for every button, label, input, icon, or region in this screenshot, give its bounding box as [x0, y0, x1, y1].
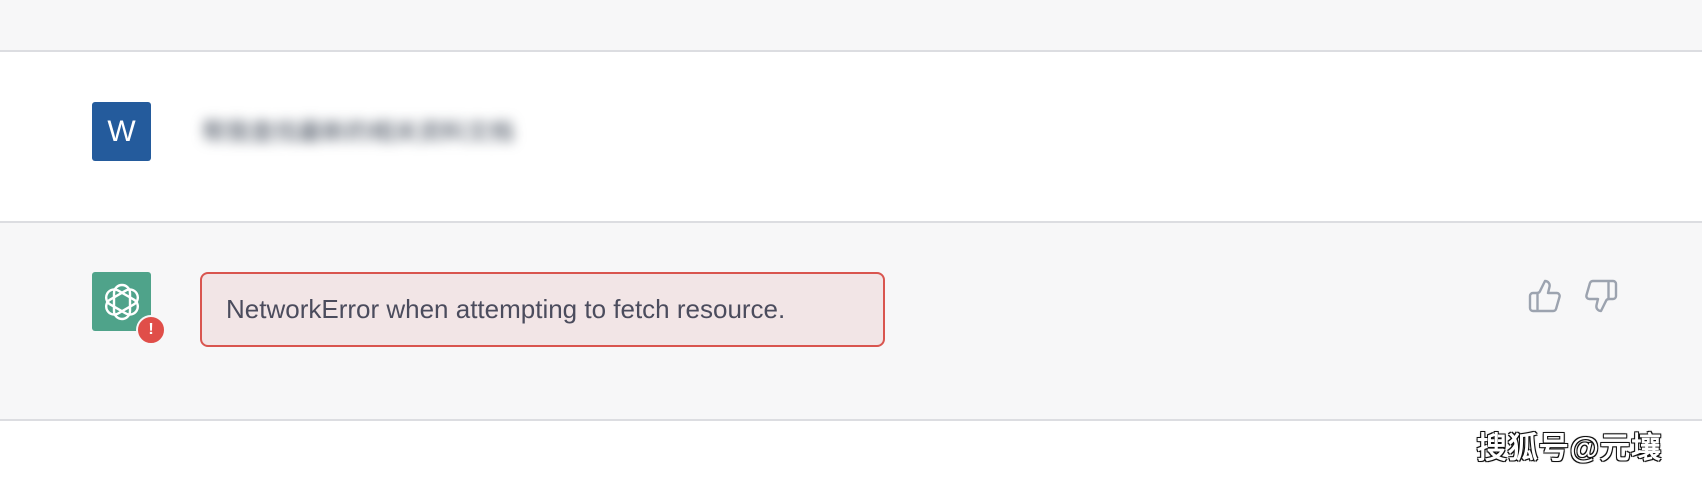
previous-conversation-area	[0, 0, 1702, 52]
thumbs-up-button[interactable]	[1527, 278, 1563, 314]
thumbs-down-icon	[1585, 279, 1618, 313]
thumbs-down-button[interactable]	[1583, 278, 1619, 314]
assistant-message-row: ! NetworkError when attempting to fetch …	[0, 223, 1702, 421]
openai-logo-icon	[104, 283, 139, 320]
user-message-row: W 帮我查找最新的相关资料文档	[0, 52, 1702, 223]
user-message-text: 帮我查找最新的相关资料文档	[202, 118, 514, 146]
thumbs-up-icon	[1528, 279, 1561, 313]
user-avatar: W	[92, 102, 151, 161]
watermark-text: 搜狐号@元壤	[1476, 432, 1662, 465]
error-message-text: NetworkError when attempting to fetch re…	[226, 294, 786, 324]
error-message-box: NetworkError when attempting to fetch re…	[200, 272, 885, 347]
error-badge-icon: !	[136, 315, 166, 345]
